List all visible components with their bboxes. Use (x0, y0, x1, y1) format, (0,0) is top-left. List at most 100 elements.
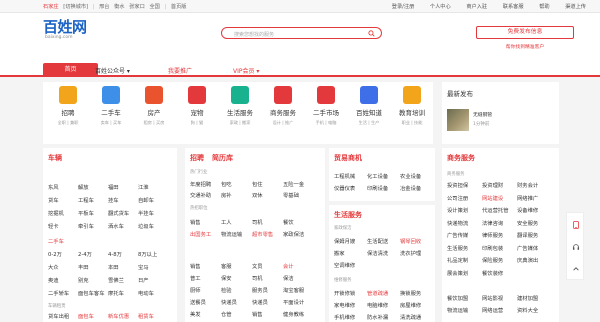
category-link[interactable]: 轻卡 (48, 222, 78, 230)
category-link[interactable]: 挂车 (108, 196, 138, 204)
category-link[interactable]: 律师服务 (482, 231, 517, 239)
category-link[interactable]: 丰田 (78, 263, 108, 271)
headset-icon[interactable] (572, 243, 580, 251)
category-link[interactable]: 公司注册 (447, 194, 482, 202)
city-link[interactable]: 全国 (149, 4, 159, 10)
category-link[interactable]: 空调维修 (334, 261, 367, 269)
category-item-1[interactable]: 二手车 卖车 | 买车 (90, 82, 132, 126)
category-link[interactable]: 新车优惠 (108, 312, 138, 320)
category-link[interactable]: 礼品定制 (447, 256, 482, 264)
back-to-top-icon[interactable] (572, 265, 580, 273)
category-link[interactable]: 物流运输 (447, 306, 482, 314)
category-link[interactable]: 庆典演出 (517, 256, 552, 264)
category-link[interactable]: 工人 (221, 218, 252, 226)
category-link[interactable]: 面包车 (78, 312, 108, 320)
category-link[interactable]: 包吃 (221, 180, 252, 188)
category-link[interactable]: 设备维修 (517, 206, 552, 214)
job-tab[interactable]: 招聘 (190, 154, 204, 162)
category-link[interactable]: 司机 (252, 218, 283, 226)
category-link[interactable]: 货车 (48, 196, 78, 204)
category-item-2[interactable]: 房产 租房 | 买房 (133, 82, 175, 126)
category-link[interactable]: 设计策划 (447, 206, 482, 214)
category-link[interactable]: 网站建设 (482, 194, 517, 202)
trade-section-title[interactable]: 贸易商机 (334, 153, 362, 163)
category-link[interactable]: 代运营托管 (482, 206, 517, 214)
category-link[interactable]: 自卸车 (138, 196, 168, 204)
category-link[interactable]: 平板车 (78, 209, 108, 217)
category-link[interactable]: 销售 (252, 310, 283, 318)
category-link[interactable]: 网络推广 (517, 194, 552, 202)
category-link[interactable]: 客服 (221, 262, 252, 270)
category-link[interactable]: 搬家 (334, 249, 367, 257)
category-item-7[interactable]: 百姓知道 生活 | 生产 (348, 82, 390, 126)
category-link[interactable]: 洗衣护理 (400, 249, 433, 257)
category-link[interactable]: 展会策划 (447, 269, 482, 277)
category-link[interactable]: 包住 (252, 180, 283, 188)
life-section-title[interactable]: 生活服务 (334, 210, 362, 220)
category-link[interactable]: 牵引车 (78, 222, 108, 230)
category-link[interactable]: 仓管 (221, 310, 252, 318)
category-link[interactable]: 餐饮加盟 (447, 294, 482, 302)
category-link[interactable]: 半挂车 (138, 209, 168, 217)
category-link[interactable]: 服务员 (252, 286, 283, 294)
category-link[interactable]: 年度招聘 (190, 180, 221, 188)
category-link[interactable]: 宝马 (138, 263, 168, 271)
car-section-title[interactable]: 车辆 (48, 153, 62, 163)
category-link[interactable]: 二手车 (48, 237, 78, 245)
category-link[interactable]: 生活配送 (367, 237, 400, 245)
category-link[interactable]: 冶金设备 (400, 184, 433, 192)
category-link[interactable]: 网站影视 (482, 294, 517, 302)
category-link[interactable]: 检验 (221, 286, 252, 294)
category-link[interactable]: 奥迪 (48, 276, 78, 284)
category-item-3[interactable]: 宠物狗 | 猫 (176, 82, 218, 126)
nav-promote[interactable]: 我要推广 (168, 66, 192, 75)
category-link[interactable]: 化工设备 (367, 172, 400, 180)
category-link[interactable]: 解放 (78, 183, 108, 191)
category-link[interactable]: 农业设备 (400, 172, 433, 180)
contact-link[interactable]: 联系客服 (503, 4, 524, 10)
login-link[interactable]: 登录/注册 (392, 4, 415, 10)
help-link[interactable]: 帮助 (539, 4, 549, 10)
category-link[interactable]: 8万以上 (138, 250, 168, 258)
category-link[interactable]: 普工 (190, 274, 221, 282)
category-link[interactable]: 生活服务 (447, 244, 482, 252)
category-link[interactable]: 房屋维修 (400, 301, 433, 309)
category-link[interactable]: 家电维修 (334, 301, 367, 309)
category-link[interactable]: 换锁服务 (400, 289, 433, 297)
category-link[interactable]: 洒水车 (108, 222, 138, 230)
category-link[interactable]: 东风 (48, 183, 78, 191)
category-link[interactable]: 建材加盟 (517, 294, 552, 302)
category-link[interactable]: 快递员 (252, 298, 283, 306)
category-link[interactable]: 五险一金 (283, 180, 314, 188)
category-link[interactable]: 房补 (221, 191, 252, 199)
merchant-link[interactable]: 商户入驻 (466, 4, 487, 10)
category-link[interactable]: 挖掘机 (48, 209, 78, 217)
category-link[interactable]: 安全服务 (517, 219, 552, 227)
category-link[interactable]: 垃圾车 (138, 222, 168, 230)
category-link[interactable]: 保姆月嫂 (334, 237, 367, 245)
search-icon[interactable] (368, 30, 375, 37)
category-link[interactable]: 防水补漏 (367, 313, 400, 321)
category-link[interactable]: 淘宝客服 (283, 286, 314, 294)
city-link[interactable]: 张家口 (129, 4, 145, 10)
nav-home[interactable]: 首页 (43, 63, 98, 77)
category-link[interactable]: 货车出租 (48, 312, 78, 320)
category-link[interactable]: 保洁 (283, 274, 314, 282)
category-link[interactable]: 销售 (190, 262, 221, 270)
category-item-5[interactable]: 商务服务 设计 | 推广 (262, 82, 304, 126)
category-link[interactable]: 快递员 (221, 298, 252, 306)
user-center-link[interactable]: 个人中心 (430, 4, 451, 10)
category-link[interactable]: 快递物流 (447, 219, 482, 227)
category-link[interactable]: 家政保洁 (283, 230, 314, 238)
post-name[interactable]: 无缝钢管 (473, 111, 492, 118)
site-logo[interactable]: 百姓网 baixing.com (43, 20, 87, 41)
phone-icon[interactable] (572, 221, 580, 229)
category-link[interactable]: 健身教练 (283, 310, 314, 318)
category-link[interactable]: 仪器仪表 (334, 184, 367, 192)
category-link[interactable]: 工程车 (78, 196, 108, 204)
category-link[interactable]: 印刷包装 (482, 244, 517, 252)
category-link[interactable]: 零基础 (283, 191, 314, 199)
category-link[interactable]: 保险服务 (482, 256, 517, 264)
category-link[interactable]: 开锁修锁 (334, 289, 367, 297)
nav-official-account[interactable]: 百姓公众号 ▾ (95, 66, 130, 75)
